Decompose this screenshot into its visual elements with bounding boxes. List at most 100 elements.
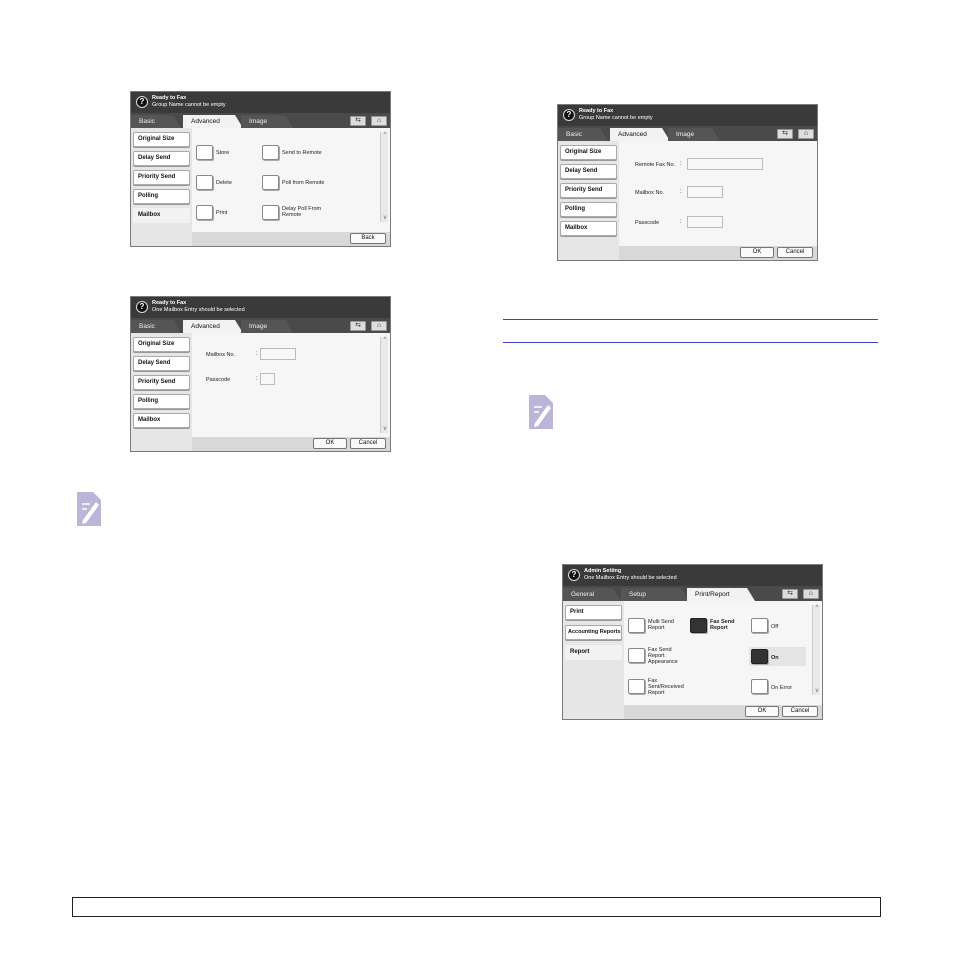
scroll-up-icon[interactable]: ^ [381,337,389,344]
colon: : [680,219,682,225]
fax-send-report-appearance-button[interactable] [628,648,645,663]
send-to-remote-button[interactable] [262,145,279,160]
tab-basic[interactable]: Basic [131,320,181,333]
sidebar-item-polling[interactable]: Polling [133,189,190,204]
passcode-label: Passcode [206,377,231,383]
sidebar-item-delay-send[interactable]: Delay Send [133,151,190,166]
sidebar-item-polling[interactable]: Polling [560,202,617,217]
home-icon[interactable]: ⌂ [371,116,387,126]
return-icon[interactable]: ⇆ [350,321,366,331]
scroll-up-icon[interactable]: ^ [813,605,821,612]
sidebar-item-mailbox[interactable]: Mailbox [560,221,617,236]
sidebar-item-print[interactable]: Print [565,605,622,620]
return-icon[interactable]: ⇆ [350,116,366,126]
cancel-button[interactable]: Cancel [350,438,386,449]
sidebar-item-mailbox[interactable]: Mailbox [133,208,190,223]
sidebar-item-original-size[interactable]: Original Size [560,145,617,160]
cancel-button[interactable]: Cancel [777,247,813,258]
admin-setting-report-screen: ? Admin Setting One Mailbox Entry should… [562,564,823,720]
status-message: One Mailbox Entry should be selected [584,575,677,581]
scroll-up-icon[interactable]: ^ [381,132,389,139]
tab-basic[interactable]: Basic [558,128,608,141]
tab-advanced[interactable]: Advanced [183,320,243,333]
help-icon[interactable]: ? [568,569,580,581]
status-title: Ready to Fax [152,95,187,101]
store-button[interactable] [196,145,213,160]
status-title: Ready to Fax [152,300,187,306]
footer-bar: OK Cancel [624,705,822,719]
delay-poll-from-remote-button[interactable] [262,205,279,220]
option-off-button[interactable] [751,618,768,633]
passcode-field[interactable] [687,216,723,228]
mailbox-no-field[interactable] [260,348,296,360]
colon: : [680,189,682,195]
help-icon[interactable]: ? [563,109,575,121]
send-to-remote-label: Send to Remote [282,150,322,156]
sidebar-item-report[interactable]: Report [565,645,622,660]
sidebar-item-delay-send[interactable]: Delay Send [133,356,190,371]
delay-poll-from-remote-label: Delay Poll From Remote [282,206,322,218]
status-message: Group Name cannot be empty [579,115,653,121]
home-icon[interactable]: ⌂ [803,589,819,599]
sidebar-item-mailbox[interactable]: Mailbox [133,413,190,428]
tab-image[interactable]: Image [241,320,293,333]
note-icon [529,395,553,429]
sidebar-item-original-size[interactable]: Original Size [133,337,190,352]
fax-send-report-button[interactable] [690,618,707,633]
tab-image[interactable]: Image [668,128,720,141]
tab-image[interactable]: Image [241,115,293,128]
scrollbar[interactable]: ^ v [812,605,820,695]
multi-send-report-button[interactable] [628,618,645,633]
passcode-label: Passcode [635,220,660,226]
tab-print-report[interactable]: Print/Report [687,588,755,601]
sidebar-item-priority-send[interactable]: Priority Send [133,375,190,390]
return-icon[interactable]: ⇆ [782,589,798,599]
ok-button[interactable]: OK [313,438,347,449]
back-button[interactable]: Back [350,233,386,244]
sidebar-item-priority-send[interactable]: Priority Send [133,170,190,185]
delete-button[interactable] [196,175,213,190]
home-icon[interactable]: ⌂ [798,129,814,139]
tab-basic[interactable]: Basic [131,115,181,128]
tab-general[interactable]: General [563,588,621,601]
poll-from-remote-label: Poll from Remote [282,180,325,186]
return-icon[interactable]: ⇆ [777,129,793,139]
fax-sent-received-report-button[interactable] [628,679,645,694]
tab-advanced[interactable]: Advanced [183,115,243,128]
help-icon[interactable]: ? [136,96,148,108]
scroll-down-icon[interactable]: v [813,688,821,695]
note-icon [77,492,101,526]
tab-setup[interactable]: Setup [621,588,689,601]
cancel-button[interactable]: Cancel [782,706,818,717]
remote-fax-no-field[interactable] [687,158,763,170]
fax-send-report-label: Fax Send Report [710,619,735,631]
ok-button[interactable]: OK [745,706,779,717]
sidebar: Original Size Delay Send Priority Send P… [131,333,192,451]
scrollbar[interactable]: ^ v [380,132,388,222]
print-button[interactable] [196,205,213,220]
option-on-error-button[interactable] [751,679,768,694]
scrollbar[interactable]: ^ v [380,337,388,433]
scroll-down-icon[interactable]: v [381,215,389,222]
scroll-down-icon[interactable]: v [381,426,389,433]
sidebar-item-priority-send[interactable]: Priority Send [560,183,617,198]
sidebar: Original Size Delay Send Priority Send P… [131,128,192,246]
option-on-label: On [771,655,779,661]
poll-from-remote-button[interactable] [262,175,279,190]
home-icon[interactable]: ⌂ [371,321,387,331]
sidebar-item-polling[interactable]: Polling [133,394,190,409]
sidebar-item-original-size[interactable]: Original Size [133,132,190,147]
option-on-button[interactable] [751,649,768,664]
content-area: Remote Fax No. : Mailbox No. : Passcode … [619,141,817,260]
sidebar: Print Accounting Reports Report [563,601,624,719]
sidebar-item-accounting-reports[interactable]: Accounting Reports [565,625,622,640]
mailbox-no-label: Mailbox No. [206,352,236,358]
passcode-field[interactable] [260,373,275,385]
tab-advanced[interactable]: Advanced [610,128,670,141]
mailbox-no-field[interactable] [687,186,723,198]
mailbox-no-label: Mailbox No. [635,190,665,196]
sidebar-item-delay-send[interactable]: Delay Send [560,164,617,179]
help-icon[interactable]: ? [136,301,148,313]
footer-bar: OK Cancel [192,437,390,451]
ok-button[interactable]: OK [740,247,774,258]
